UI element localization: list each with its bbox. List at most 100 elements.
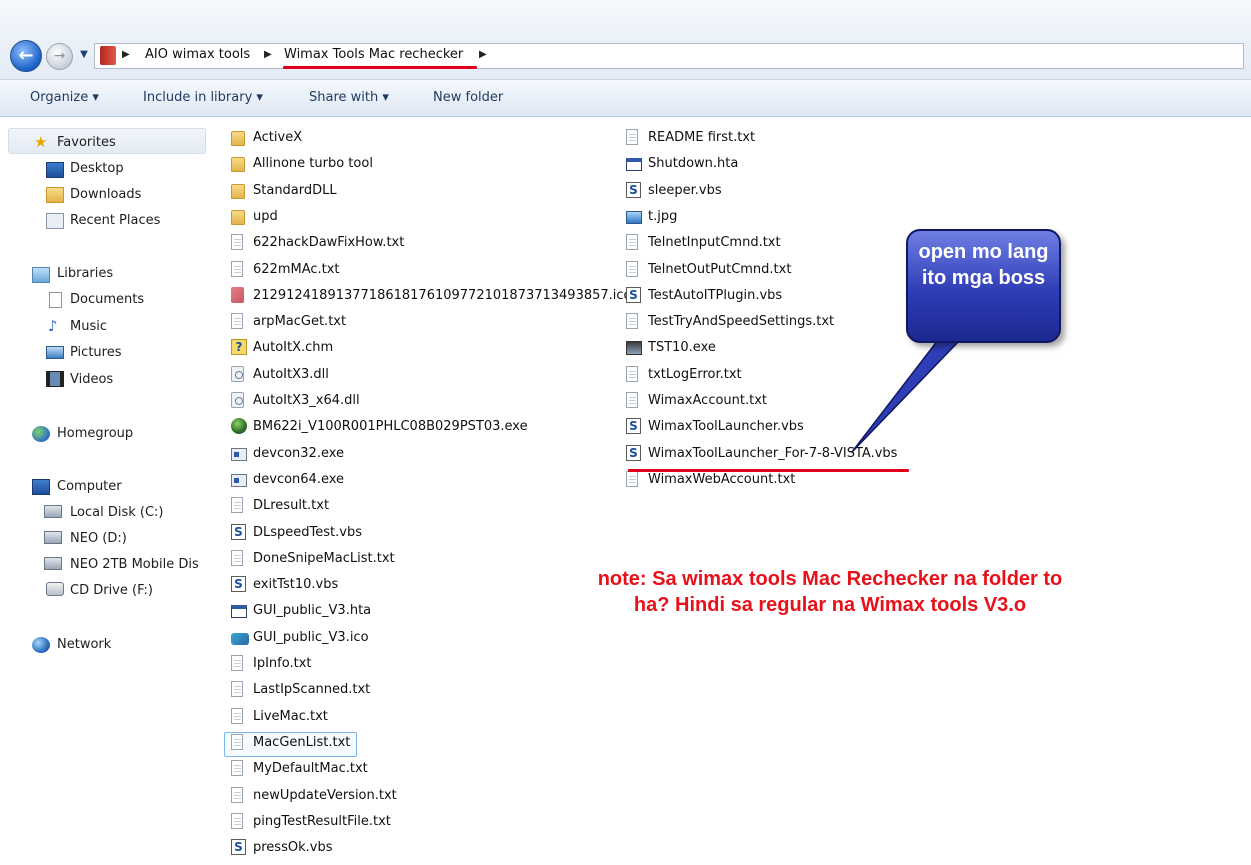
forward-button[interactable]: → bbox=[46, 43, 73, 70]
nav-downloads[interactable]: Downloads bbox=[70, 186, 141, 204]
nav-neo-2tb[interactable]: NEO 2TB Mobile Dis bbox=[70, 556, 199, 574]
file-item[interactable]: 622hackDawFixHow.txt bbox=[253, 234, 404, 252]
recent-pages-dropdown[interactable]: ▼ bbox=[77, 46, 91, 64]
file-item[interactable]: txtLogError.txt bbox=[648, 366, 742, 384]
nav-favorites[interactable]: Favorites bbox=[57, 134, 116, 152]
file-item[interactable]: WimaxAccount.txt bbox=[648, 392, 767, 410]
file-item[interactable]: AutoItX.chm bbox=[253, 339, 333, 357]
image-file-icon bbox=[626, 210, 642, 224]
file-item[interactable]: LiveMac.txt bbox=[253, 708, 328, 726]
help-file-icon: ? bbox=[231, 339, 247, 356]
nav-desktop[interactable]: Desktop bbox=[70, 160, 124, 178]
nav-videos[interactable]: Videos bbox=[70, 371, 113, 389]
file-item[interactable]: devcon64.exe bbox=[253, 471, 344, 489]
folder-icon bbox=[100, 46, 116, 65]
nav-neo-d[interactable]: NEO (D:) bbox=[70, 530, 127, 548]
dll-file-icon bbox=[231, 365, 244, 382]
file-item[interactable]: devcon32.exe bbox=[253, 445, 344, 463]
ico-image-icon bbox=[231, 632, 249, 645]
file-item[interactable]: t.jpg bbox=[648, 208, 677, 226]
file-item[interactable]: IpInfo.txt bbox=[253, 655, 311, 673]
local-disk-icon bbox=[44, 505, 62, 518]
file-item[interactable]: StandardDLL bbox=[253, 182, 337, 200]
file-item[interactable]: 2129124189137718618176109772101873713493… bbox=[253, 287, 632, 305]
file-item[interactable]: sleeper.vbs bbox=[648, 182, 722, 200]
file-item[interactable]: 622mMAc.txt bbox=[253, 261, 340, 279]
hta-file-icon bbox=[626, 158, 642, 172]
file-item[interactable]: MyDefaultMac.txt bbox=[253, 760, 368, 778]
nav-network[interactable]: Network bbox=[57, 636, 111, 654]
file-item[interactable]: WimaxWebAccount.txt bbox=[648, 471, 795, 489]
tst-exe-icon bbox=[626, 341, 642, 356]
exe-file-icon bbox=[231, 473, 247, 487]
breadcrumb-wimax-tools-mac-rechecker[interactable]: Wimax Tools Mac rechecker bbox=[284, 46, 463, 64]
desktop-icon bbox=[46, 162, 64, 178]
file-item[interactable]: AutoItX3.dll bbox=[253, 366, 329, 384]
text-file-icon bbox=[231, 497, 243, 514]
external-drive-icon bbox=[44, 557, 62, 570]
organize-button[interactable]: Organize ▾ bbox=[30, 89, 99, 107]
breadcrumb-arrow-icon[interactable]: ▶ bbox=[264, 47, 272, 63]
file-item[interactable]: Allinone turbo tool bbox=[253, 155, 373, 173]
breadcrumb-arrow-icon[interactable]: ▶ bbox=[122, 47, 130, 63]
file-item[interactable]: TestTryAndSpeedSettings.txt bbox=[648, 313, 834, 331]
text-file-icon bbox=[231, 234, 243, 251]
back-button[interactable]: ← bbox=[10, 40, 42, 72]
include-in-library-button[interactable]: Include in library ▾ bbox=[143, 89, 263, 107]
file-item[interactable]: BM622i_V100R001PHLC08B029PST03.exe bbox=[253, 418, 528, 436]
file-item[interactable]: GUI_public_V3.ico bbox=[253, 629, 369, 647]
nav-libraries[interactable]: Libraries bbox=[57, 265, 113, 283]
nav-homegroup[interactable]: Homegroup bbox=[57, 425, 133, 443]
text-file-icon bbox=[231, 707, 243, 724]
libraries-icon bbox=[32, 267, 50, 283]
file-item[interactable]: TelnetInputCmnd.txt bbox=[648, 234, 781, 252]
file-item[interactable]: README first.txt bbox=[648, 129, 755, 147]
file-item[interactable]: DoneSnipeMacList.txt bbox=[253, 550, 395, 568]
file-item[interactable]: pingTestResultFile.txt bbox=[253, 813, 391, 831]
script-file-icon: S bbox=[626, 286, 641, 303]
script-file-icon: S bbox=[231, 576, 246, 593]
folder-icon bbox=[231, 183, 245, 199]
file-item[interactable]: WimaxToolLauncher.vbs bbox=[648, 418, 804, 436]
nav-recent-places[interactable]: Recent Places bbox=[70, 212, 160, 230]
file-item[interactable]: WimaxToolLauncher_For-7-8-VISTA.vbs bbox=[648, 445, 897, 463]
file-item[interactable]: ActiveX bbox=[253, 129, 302, 147]
nav-local-disk-c[interactable]: Local Disk (C:) bbox=[70, 504, 163, 522]
script-file-icon: S bbox=[231, 523, 246, 540]
file-item[interactable]: LastIpScanned.txt bbox=[253, 681, 370, 699]
file-item[interactable]: pressOk.vbs bbox=[253, 839, 332, 857]
text-file-icon bbox=[626, 470, 638, 487]
file-item[interactable]: TestAutoITPlugin.vbs bbox=[648, 287, 782, 305]
file-item[interactable]: MacGenList.txt bbox=[253, 734, 350, 752]
text-file-icon bbox=[231, 733, 243, 750]
drive-icon bbox=[44, 531, 62, 544]
globe-exe-icon bbox=[231, 418, 247, 435]
nav-cd-drive-f[interactable]: CD Drive (F:) bbox=[70, 582, 153, 600]
file-item[interactable]: TelnetOutPutCmnd.txt bbox=[648, 261, 791, 279]
breadcrumb-arrow-icon[interactable]: ▶ bbox=[479, 47, 487, 63]
file-item[interactable]: newUpdateVersion.txt bbox=[253, 787, 397, 805]
text-file-icon bbox=[626, 129, 638, 145]
file-item[interactable]: arpMacGet.txt bbox=[253, 313, 346, 331]
nav-computer[interactable]: Computer bbox=[57, 478, 122, 496]
file-item[interactable]: DLspeedTest.vbs bbox=[253, 524, 362, 542]
file-item[interactable]: Shutdown.hta bbox=[648, 155, 738, 173]
breadcrumb-aio-wimax-tools[interactable]: AIO wimax tools bbox=[145, 46, 250, 64]
file-item[interactable]: upd bbox=[253, 208, 278, 226]
red-underline-launcher bbox=[628, 469, 909, 472]
file-item[interactable]: GUI_public_V3.hta bbox=[253, 602, 371, 620]
text-file-icon bbox=[231, 812, 243, 829]
nav-music[interactable]: Music bbox=[70, 318, 107, 336]
music-note-icon: ♪ bbox=[48, 317, 58, 335]
script-file-icon: S bbox=[231, 839, 246, 856]
file-item[interactable]: TST10.exe bbox=[648, 339, 716, 357]
nav-pictures[interactable]: Pictures bbox=[70, 344, 121, 362]
share-with-button[interactable]: Share with ▾ bbox=[309, 89, 389, 107]
text-file-icon bbox=[626, 260, 638, 277]
new-folder-button[interactable]: New folder bbox=[433, 89, 503, 107]
file-item[interactable]: AutoItX3_x64.dll bbox=[253, 392, 360, 410]
file-item[interactable]: DLresult.txt bbox=[253, 497, 329, 515]
text-file-icon bbox=[231, 313, 243, 330]
nav-documents[interactable]: Documents bbox=[70, 291, 144, 309]
file-item[interactable]: exitTst10.vbs bbox=[253, 576, 338, 594]
